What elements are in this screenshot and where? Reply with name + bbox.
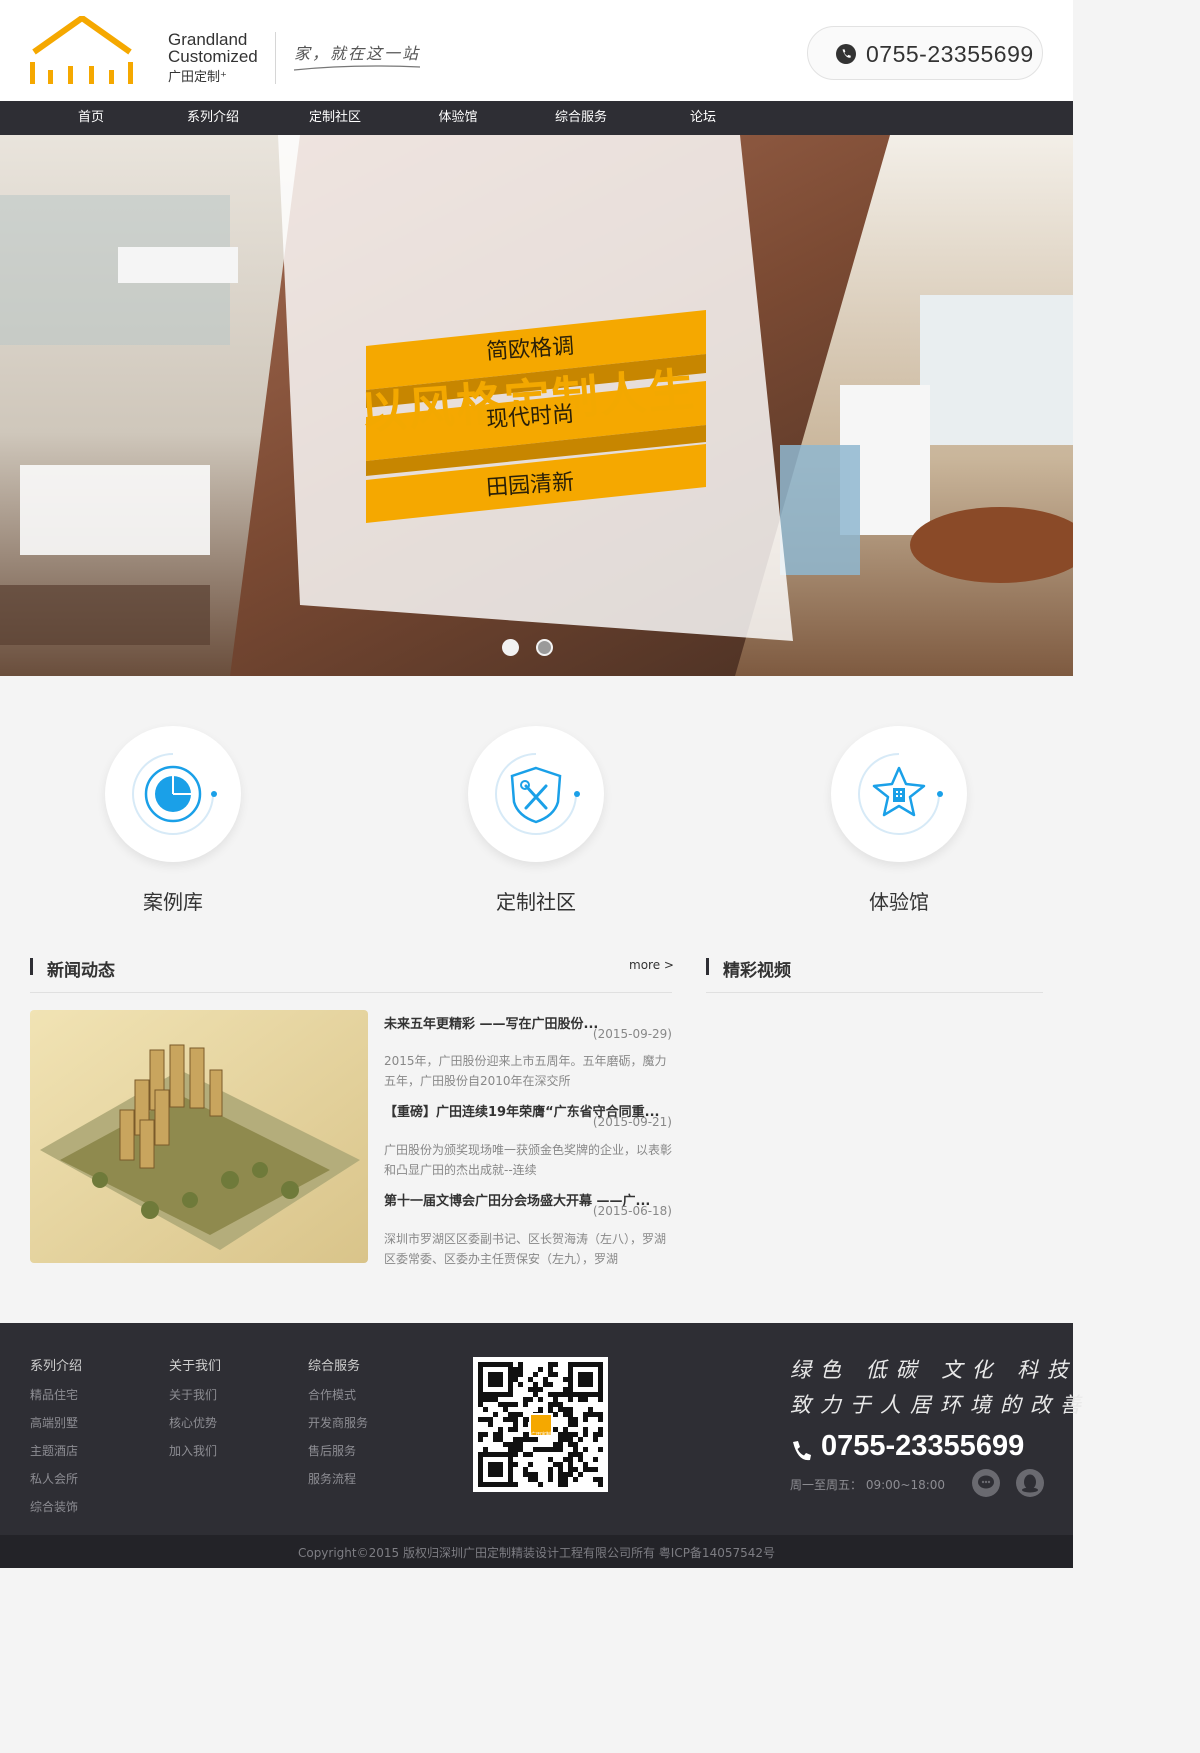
footer-link[interactable]: 关于我们 [169,1386,217,1403]
footer-link[interactable]: 加入我们 [169,1442,217,1459]
feature-label-community[interactable]: 定制社区 [436,886,636,915]
nav-item-services[interactable]: 综合服务 [540,101,622,135]
news-item-date-3: (2015-06-18) [592,1204,672,1218]
nav-item-home[interactable]: 首页 [58,101,124,135]
footer-tagline-2: 致力于人居环境的改善 [790,1393,1090,1417]
slide-dot-1[interactable] [502,639,519,656]
star-building-icon [858,753,943,835]
feature-community[interactable] [468,726,604,862]
news-featured-image[interactable] [30,1010,368,1263]
brand-name-cn: 广田定制⁺ [168,70,227,85]
banner-ribbon-1: 简欧格调 [485,333,575,366]
footer-link[interactable]: 服务流程 [308,1470,356,1487]
nav-item-forum[interactable]: 论坛 [674,101,732,135]
footer-heading-series: 系列介绍 [30,1359,83,1374]
footer-link[interactable]: 综合装饰 [30,1498,78,1515]
feature-label-showroom[interactable]: 体验馆 [799,886,999,915]
banner-ribbon-3: 田园清新 [485,469,575,502]
news-section-marker [30,958,33,975]
pie-chart-icon [132,753,217,835]
footer-link[interactable]: 私人会所 [30,1470,78,1487]
qr-code: 广田定制 [473,1357,608,1492]
footer-heading-about: 关于我们 [169,1359,222,1374]
header-phone-number: 0755-23355699 [866,41,1034,67]
feature-case-library[interactable] [105,726,241,862]
banner-ribbon-2: 现代时尚 [485,401,575,434]
phone-icon [836,44,856,64]
site-header: Grandland Customized 广田定制⁺ 家，就在这一站 0755-… [0,0,1073,101]
footer-link[interactable]: 核心优势 [169,1414,217,1431]
qq-icon[interactable] [1016,1469,1044,1497]
header-phone[interactable]: 0755-23355699 [807,26,1043,80]
qr-logo-label: 广田定制 [530,1432,551,1438]
slide-dot-2[interactable] [536,639,553,656]
hero-banner[interactable]: 以风格定制人生 简欧格调 现代时尚 田园清新 [0,135,1073,676]
feature-label-case-library[interactable]: 案例库 [73,886,273,915]
news-item-summary-3: 深圳市罗湖区区委副书记、区长贺海涛（左八），罗湖区委常委、区委办主任贾保安（左九… [384,1232,667,1266]
footer-link[interactable]: 合作模式 [308,1386,356,1403]
nav-item-community[interactable]: 定制社区 [294,101,376,135]
nav-item-series[interactable]: 系列介绍 [172,101,254,135]
footer-link[interactable]: 主题酒店 [30,1442,78,1459]
news-item-summary-2: 广田股份为颁奖现场唯一获颁金色奖牌的企业，以表彰和凸显广田的杰出成就--连续 [384,1143,673,1177]
brand-name-en: Grandland Customized [168,31,258,65]
news-item-date-1: (2015-09-29) [592,1027,672,1041]
footer-link[interactable]: 售后服务 [308,1442,356,1459]
news-section-title: 新闻动态 [47,961,115,981]
brand-divider [275,32,276,84]
news-more-link[interactable]: more > [629,958,674,972]
news-divider [30,992,672,993]
video-section-marker [706,958,709,975]
footer-phone-number: 0755-23355699 [821,1430,1025,1462]
feature-showroom[interactable] [831,726,967,862]
brand-en-line2: Customized [168,47,258,66]
footer-link[interactable]: 高端别墅 [30,1414,78,1431]
footer-heading-services: 综合服务 [308,1359,361,1374]
video-divider [706,992,1043,993]
footer-link[interactable]: 精品住宅 [30,1386,78,1403]
news-aerial-image [30,1010,368,1263]
footer-link[interactable]: 开发商服务 [308,1414,368,1431]
news-item-summary-1: 2015年，广田股份迎来上市五周年。五年磨砺，魔力五年，广田股份自2010年在深… [384,1054,667,1088]
tools-shield-icon [495,753,580,835]
main-nav: 首页 系列介绍 定制社区 体验馆 综合服务 论坛 [0,101,1073,135]
footer-hours: 周一至周五： 09:00~18:00 [790,1478,946,1492]
news-item-date-2: (2015-09-21) [592,1115,672,1129]
logo-house-icon[interactable] [28,16,136,86]
brand-en-line1: Grandland [168,30,248,49]
nav-item-showroom[interactable]: 体验馆 [424,101,492,135]
video-section-title: 精彩视频 [723,961,791,981]
copyright-text: Copyright©2015 版权归深圳广田定制精装设计工程有限公司所有 粤IC… [297,1546,776,1560]
slogan: 家，就在这一站 [294,44,421,63]
footer-tagline-1: 绿色 低碳 文化 科技 [790,1358,1078,1382]
footer-phone-icon [793,1441,811,1461]
slogan-underline [293,65,421,71]
chat-icon[interactable] [972,1469,1000,1497]
